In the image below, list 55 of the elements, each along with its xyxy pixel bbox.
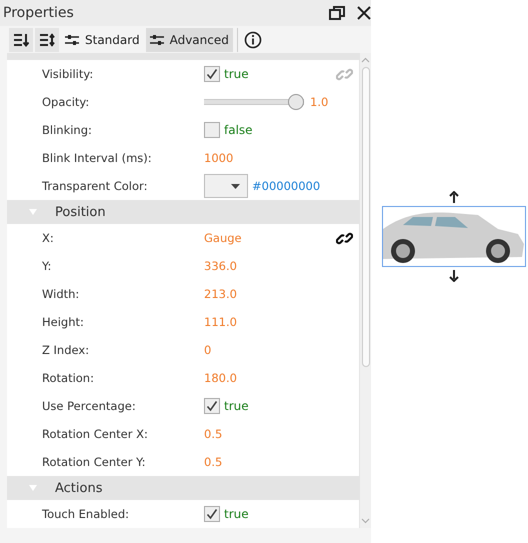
mode-tab[interactable]: Advanced [146,28,233,52]
slider-thumb[interactable] [288,94,304,110]
resize-up-arrow-icon[interactable] [448,191,458,203]
resize-down-arrow-icon[interactable] [448,270,458,282]
checkbox[interactable] [204,506,220,522]
property-label: Touch Enabled: [41,507,130,521]
panel-title: Properties [3,5,75,21]
property-label: Opacity: [41,95,90,109]
opacity-value: 1.0 [310,95,328,109]
property-label: Visibility: [41,67,94,81]
property-value[interactable]: 213.0 [204,287,237,301]
property-label: Rotation: [41,371,95,385]
property-label: Blinking: [41,123,93,137]
property-value[interactable]: 1000 [204,151,234,165]
color-picker-dropdown[interactable] [204,174,248,198]
property-value[interactable]: 0.5 [204,455,222,469]
property-value[interactable]: 0 [204,343,212,357]
info-icon [244,30,262,48]
caret-icon [231,184,240,188]
boolean-value: false [224,123,253,137]
boolean-value: true [224,507,249,521]
sort-descending-button[interactable] [35,28,59,52]
color-value: #00000000 [252,179,320,193]
property-label: Y: [41,259,52,273]
property-label: Width: [41,287,80,301]
scrollbar-thumb[interactable] [362,67,370,367]
property-label: X: [41,231,55,245]
property-label: Blink Interval (ms): [41,151,153,165]
restore-icon[interactable] [329,6,345,20]
scrollbar[interactable] [359,53,371,528]
property-label: Height: [41,315,85,329]
checkbox[interactable] [204,122,220,138]
property-value[interactable]: 336.0 [204,259,237,273]
boolean-value: true [224,399,249,413]
property-label: Z Index: [41,343,90,357]
section-header[interactable]: Actions [7,476,359,500]
property-label: Use Percentage: [41,399,137,413]
sort-ascending-icon [13,32,29,48]
property-value[interactable]: Gauge [204,231,242,245]
property-value[interactable]: 0.5 [204,427,222,441]
property-value[interactable]: 111.0 [204,315,237,329]
property-label: Transparent Color: [41,179,148,193]
sliders-icon [65,34,79,46]
property-value[interactable]: 180.0 [204,371,237,385]
sliders-icon [150,34,164,46]
property-label: Rotation Center Y: [41,455,146,469]
close-icon[interactable] [357,6,371,20]
checkbox[interactable] [204,66,220,82]
mode-tab[interactable]: Standard [61,28,144,52]
section-header[interactable]: Position [7,200,359,224]
checkbox[interactable] [204,398,220,414]
sort-ascending-button[interactable] [9,28,33,52]
sort-descending-icon [39,32,55,48]
boolean-value: true [224,67,249,81]
property-label: Rotation Center X: [41,427,149,441]
